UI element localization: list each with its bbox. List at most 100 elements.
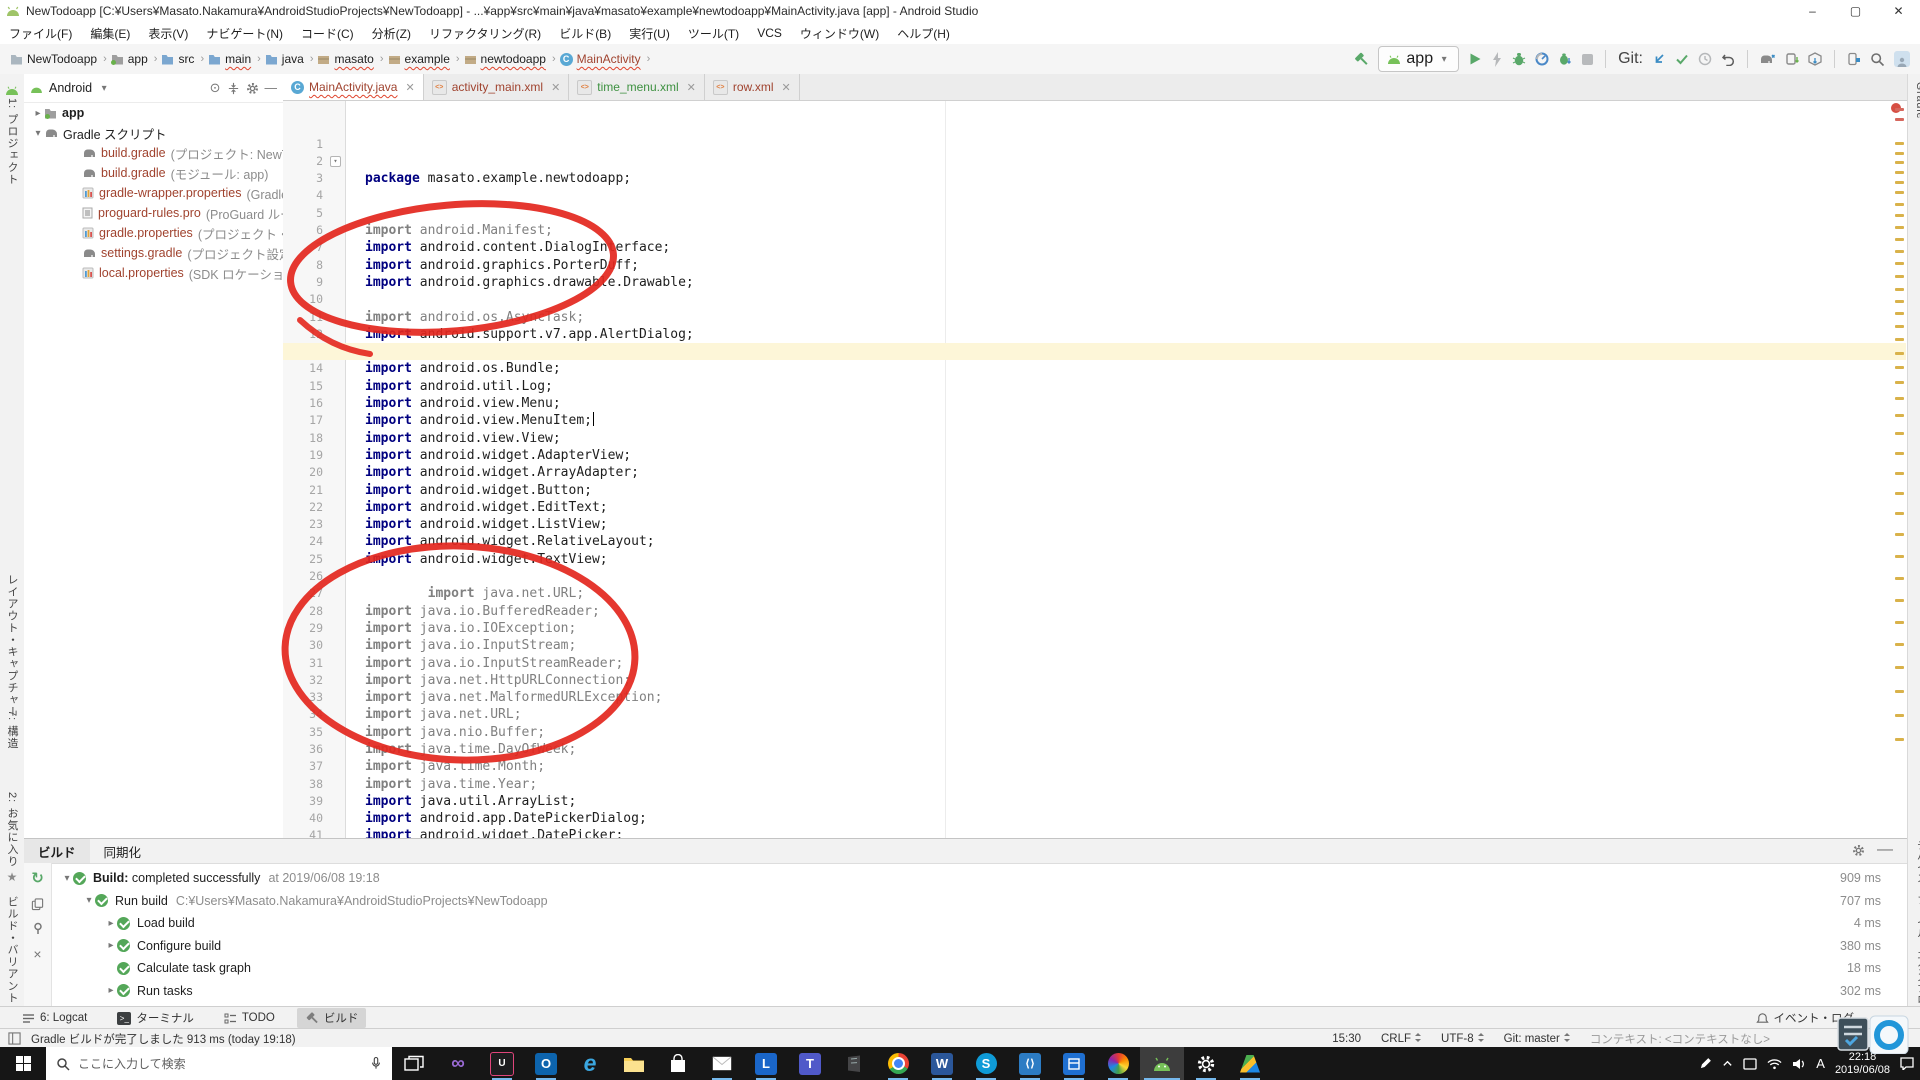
breadcrumb-main[interactable]: main	[208, 52, 251, 66]
taskbar-icon-store[interactable]	[656, 1047, 700, 1080]
warning-stripe-mark[interactable]	[1895, 492, 1904, 495]
menu-n[interactable]: ナビゲート(N)	[197, 25, 292, 42]
menu-u[interactable]: 実行(U)	[620, 25, 679, 42]
warning-stripe-mark[interactable]	[1895, 300, 1904, 303]
taskbar-clock[interactable]: 22:18 2019/06/08	[1835, 1051, 1890, 1077]
fold-marker-icon[interactable]: ▾	[330, 155, 341, 167]
warning-stripe-mark[interactable]	[1895, 191, 1904, 194]
code-line-18[interactable]: 18 import android.widget.ArrayAdapter;	[283, 395, 1906, 481]
stripe-tab-3[interactable]: 2: お気に入り ★	[0, 792, 24, 884]
warning-stripe-mark[interactable]	[1895, 262, 1904, 265]
apply-changes-icon[interactable]	[1491, 51, 1503, 67]
warning-stripe-mark[interactable]	[1895, 472, 1904, 475]
git-commit-icon[interactable]	[1675, 53, 1689, 65]
volume-icon[interactable]	[1792, 1058, 1806, 1070]
code-line-13[interactable]: 13 import android.util.Log;	[283, 309, 1906, 394]
close-tab-icon[interactable]: ✕	[687, 81, 696, 94]
warning-stripe-mark[interactable]	[1895, 533, 1904, 536]
build-row-Calculate task graph[interactable]: Calculate task graph 18 ms	[51, 957, 1907, 980]
menu-e[interactable]: 編集(E)	[81, 25, 139, 42]
code-line-36[interactable]: 36 import java.time.Year;	[283, 706, 1906, 792]
breadcrumb-src[interactable]: src	[161, 52, 194, 66]
code-line-15[interactable]: 15 import android.view.MenuItem;	[283, 343, 1906, 428]
breadcrumb-MainActivity[interactable]: C MainActivity	[559, 52, 641, 66]
breadcrumb-NewTodoapp[interactable]: NewTodoapp	[10, 52, 97, 66]
tree-item-Gradle スクリプト[interactable]: ▾ Gradle スクリプト	[24, 123, 283, 143]
code-line-31[interactable]: 31 import java.net.MalformedURLException…	[283, 620, 1906, 706]
taskbar-icon-word[interactable]: W	[920, 1047, 964, 1080]
tool-window-toggle-icon[interactable]	[8, 1032, 21, 1045]
code-line-40[interactable]: 40 import android.widget.TimePicker;	[283, 776, 1906, 825]
debug-bug-icon[interactable]	[1512, 52, 1526, 66]
settings-gear-icon[interactable]	[246, 82, 259, 95]
menu-b[interactable]: ビルド(B)	[550, 25, 620, 42]
code-line-1[interactable]: 1 package masato.example.newtodoapp;	[283, 101, 1906, 187]
build-row-Run tasks[interactable]: ▸ Run tasks 302 ms	[51, 980, 1907, 1003]
warning-stripe-mark[interactable]	[1895, 690, 1904, 693]
avatar-icon[interactable]	[1894, 51, 1910, 67]
warning-stripe-mark[interactable]	[1895, 621, 1904, 624]
device-manager-icon[interactable]	[1847, 52, 1861, 66]
build-tab-ビルド[interactable]: ビルド	[24, 839, 90, 863]
code-line-39[interactable]: 39 import android.widget.DatePicker;	[283, 758, 1906, 838]
menu-h[interactable]: ヘルプ(H)	[888, 25, 959, 42]
code-line-38[interactable]: 38 import android.app.DatePickerDialog;	[283, 741, 1906, 827]
pin-icon[interactable]	[32, 922, 44, 935]
warning-stripe-mark[interactable]	[1895, 643, 1904, 646]
breadcrumb-masato[interactable]: masato	[317, 52, 374, 66]
menu-w[interactable]: ウィンドウ(W)	[791, 25, 888, 42]
code-line-10[interactable]: 10 import android.support.v7.app.AlertDi…	[283, 257, 1906, 342]
warning-stripe-mark[interactable]	[1895, 577, 1904, 580]
run-configuration-select[interactable]: app ▾	[1378, 46, 1460, 72]
code-line-30[interactable]: 30 import java.net.HttpURLConnection;	[283, 603, 1906, 688]
context-indicator[interactable]: コンテキスト: <コンテキストなし>	[1590, 1031, 1770, 1047]
breadcrumb-newtodoapp[interactable]: newtodoapp	[464, 52, 546, 66]
project-view-selector[interactable]: Android	[49, 81, 92, 95]
action-center-icon[interactable]	[1900, 1057, 1914, 1070]
windows-ink-pen-icon[interactable]	[1699, 1057, 1712, 1070]
code-line-8[interactable]: 8	[283, 222, 1906, 272]
breadcrumb-app[interactable]: app	[111, 52, 148, 66]
line-ending-indicator[interactable]: CRLF	[1381, 1032, 1422, 1045]
taskbar-icon-file-explorer[interactable]	[612, 1047, 656, 1080]
tree-item-proguard-rules.pro[interactable]: proguard-rules.pro (ProGuard ルール: app)	[24, 203, 283, 223]
toolwindow-button-ビルド[interactable]: ビルド	[296, 1008, 367, 1028]
build-settings-gear-icon[interactable]	[1852, 844, 1865, 857]
code-line-17[interactable]: 17 import android.widget.AdapterView;	[283, 378, 1906, 463]
close-button[interactable]: ✕	[1877, 0, 1920, 22]
warning-stripe-mark[interactable]	[1895, 238, 1904, 241]
code-line-37[interactable]: 37 import java.util.ArrayList;	[283, 724, 1906, 809]
code-line-16[interactable]: 16 import android.view.View;	[283, 360, 1906, 446]
warning-stripe-mark[interactable]	[1895, 338, 1904, 341]
taskbar-icon-drive[interactable]	[1228, 1047, 1272, 1080]
code-line-26[interactable]: 26 import java.io.BufferedReader;	[283, 533, 1906, 619]
warning-stripe-mark[interactable]	[1895, 414, 1904, 417]
warning-stripe-mark[interactable]	[1895, 452, 1904, 455]
hammer-icon[interactable]	[1353, 51, 1369, 67]
tree-item-app[interactable]: ▸ app	[24, 103, 283, 123]
warning-stripe-mark[interactable]	[1895, 181, 1904, 184]
rollback-icon[interactable]	[1721, 52, 1735, 66]
error-stripe-mark[interactable]	[1895, 108, 1904, 111]
warning-stripe-mark[interactable]	[1895, 288, 1904, 291]
maximize-button[interactable]: ▢	[1834, 0, 1877, 22]
warning-stripe-mark[interactable]	[1895, 275, 1904, 278]
warning-stripe-mark[interactable]	[1895, 381, 1904, 384]
screen-overlay-widget[interactable]	[1836, 1014, 1912, 1055]
caret-position[interactable]: 15:30	[1332, 1033, 1361, 1045]
warning-stripe-mark[interactable]	[1895, 666, 1904, 669]
code-line-24[interactable]: 24	[283, 499, 1906, 548]
build-row-Run build[interactable]: ▾ Run build C:¥Users¥Masato.Nakamura¥And…	[51, 890, 1907, 913]
stop-icon[interactable]	[1582, 53, 1594, 65]
hide-panel-icon[interactable]: —	[265, 81, 278, 95]
warning-stripe-mark[interactable]	[1895, 738, 1904, 741]
code-line-35[interactable]: 35 import java.time.Month;	[283, 689, 1906, 775]
start-button[interactable]	[0, 1047, 46, 1080]
build-row-Load build[interactable]: ▸ Load build 4 ms	[51, 912, 1907, 935]
build-tab-同期化[interactable]: 同期化	[90, 839, 156, 863]
encoding-indicator[interactable]: UTF-8	[1441, 1032, 1484, 1045]
mic-icon[interactable]	[370, 1056, 382, 1071]
menu-f[interactable]: ファイル(F)	[0, 25, 81, 42]
tab-time_menu.xml[interactable]: <> time_menu.xml ✕	[569, 74, 705, 100]
hidden-icons-chevron-icon[interactable]	[1722, 1058, 1733, 1069]
